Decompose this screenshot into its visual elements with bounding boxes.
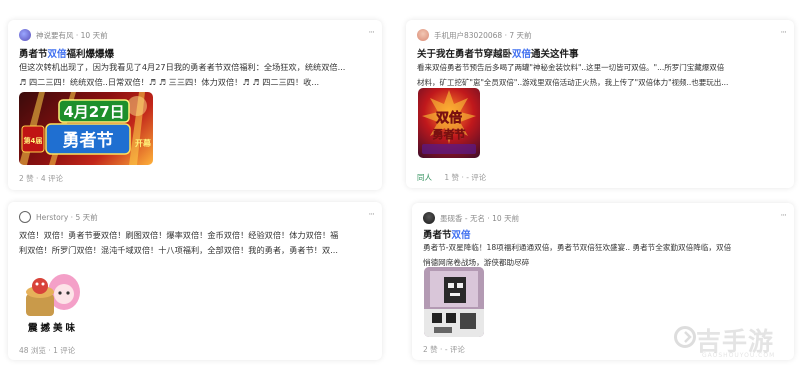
- post-image-art: 双倍 勇者节: [422, 90, 476, 154]
- comment-count[interactable]: 4 评论: [41, 174, 63, 183]
- post-image[interactable]: 双倍 勇者节: [418, 88, 480, 158]
- author-name[interactable]: 墨砚香 - 无名: [440, 213, 485, 224]
- post-stats: 同人 1 赞 · - 评论: [417, 172, 486, 183]
- image-date: 4月27日: [63, 103, 124, 121]
- excerpt-line: 利双倍！所罗门双倍！混沌千域双倍！十八项福利，全部双倍！我的勇者，勇者节！双..…: [19, 245, 338, 255]
- like-count[interactable]: 2 赞: [19, 174, 34, 183]
- image-festival: 勇者节: [433, 127, 466, 141]
- excerpt-line: 但这次转机出现了，因为我看见了4月27日我的勇者者节双倍福利：全场狂欢，统统双倍…: [19, 62, 346, 72]
- title-suffix: 通关这件事: [531, 49, 579, 60]
- post-image[interactable]: 震撼美味: [20, 264, 86, 334]
- author-name[interactable]: 手机用户83020068: [434, 30, 502, 41]
- avatar[interactable]: [423, 212, 435, 224]
- title-highlight: 双倍: [512, 49, 532, 60]
- post-stats: 2 赞 · 4 评论: [19, 173, 63, 184]
- post-title[interactable]: 勇者节双倍: [423, 227, 471, 241]
- image-opening: 开幕: [135, 138, 152, 148]
- excerpt-line: 看来双倍勇者节预告后多喝了两罐"神秘金装饮料"..这里一切皆可双倍。"...所罗…: [417, 63, 725, 72]
- post-time: 10 天前: [492, 213, 520, 223]
- image-edition: 第4届: [24, 136, 43, 145]
- comment-count[interactable]: - 评论: [445, 345, 465, 354]
- more-options-icon[interactable]: ···: [780, 28, 787, 38]
- watermark-url: GAOSHOUYOU.COM: [702, 352, 776, 359]
- dot-separator: ·: [484, 213, 493, 223]
- title-prefix: 勇者节: [19, 49, 48, 60]
- avatar[interactable]: [19, 211, 31, 223]
- watermark-logo-icon: [674, 326, 696, 348]
- site-watermark: 吉手游 GAOSHOUYOU.COM: [674, 322, 796, 362]
- post-image-art: 4月27日 第4届 勇者节 开幕: [19, 92, 152, 165]
- dot-separator: ·: [68, 212, 76, 222]
- post-image[interactable]: 4月27日 第4届 勇者节 开幕: [19, 92, 153, 165]
- post-header: 手机用户83020068 · 7 天前: [417, 28, 532, 42]
- post-excerpt[interactable]: 看来双倍勇者节预告后多喝了两罐"神秘金装饮料"..这里一切皆可双倍。"...所罗…: [417, 60, 787, 90]
- post-time: 7 天前: [509, 30, 532, 40]
- title-highlight: 双倍: [47, 49, 67, 60]
- post-title[interactable]: 勇者节双倍福利爆爆爆: [19, 46, 114, 60]
- pixel-art: [424, 267, 484, 337]
- avatar[interactable]: [417, 29, 429, 41]
- post-stats: 48 浏览 · 1 评论: [19, 345, 75, 356]
- post-time: 10 天前: [80, 30, 108, 40]
- image-festival: 勇者节: [63, 130, 114, 151]
- like-count[interactable]: 2 赞: [423, 345, 438, 354]
- post-tag[interactable]: 同人: [417, 173, 432, 182]
- post-time: 5 天前: [75, 212, 98, 222]
- comment-count[interactable]: - 评论: [466, 173, 486, 182]
- comment-count[interactable]: 1 评论: [53, 346, 75, 355]
- post-card[interactable]: Herstory · 5 天前 ··· 双倍！双倍！勇者节要双倍！刷图双倍！爆率…: [8, 202, 382, 360]
- more-options-icon[interactable]: ···: [780, 211, 787, 221]
- post-excerpt[interactable]: 但这次转机出现了，因为我看见了4月27日我的勇者者节双倍福利：全场狂欢，统统双倍…: [19, 60, 375, 90]
- excerpt-line: 勇者节-双星降临！18项福利通通双倍，勇者节双倍狂欢盛宴.. 勇者节全家勤双倍降…: [423, 243, 732, 252]
- post-card[interactable]: 手机用户83020068 · 7 天前 ··· 关于我在勇者节穿越卧双倍通关这件…: [406, 20, 794, 188]
- image-double: 双倍: [436, 110, 462, 126]
- post-stats: 2 赞 · - 评论: [423, 344, 465, 355]
- post-card[interactable]: 神说要有风 · 10 天前 ··· 勇者节双倍福利爆爆爆 但这次转机出现了，因为…: [8, 20, 382, 190]
- author-name[interactable]: 神说要有风: [36, 30, 74, 41]
- sticker-caption: 震撼美味: [27, 323, 78, 334]
- post-excerpt[interactable]: 双倍！双倍！勇者节要双倍！刷图双倍！爆率双倍！金币双倍！经验双倍！体力双倍！福 …: [19, 228, 377, 258]
- post-title[interactable]: 关于我在勇者节穿越卧双倍通关这件事: [417, 46, 579, 60]
- post-excerpt[interactable]: 勇者节-双星降临！18项福利通通双倍，勇者节双倍狂欢盛宴.. 勇者节全家勤双倍降…: [423, 240, 789, 270]
- author-name[interactable]: Herstory: [36, 213, 68, 222]
- post-header: Herstory · 5 天前: [19, 210, 98, 224]
- dot-separator: ·: [502, 30, 510, 40]
- more-options-icon[interactable]: ···: [368, 210, 375, 220]
- dot-separator: ·: [73, 30, 81, 40]
- post-header: 神说要有风 · 10 天前: [19, 28, 108, 42]
- post-header: 墨砚香 - 无名 · 10 天前: [423, 211, 519, 225]
- avatar[interactable]: [19, 29, 31, 41]
- title-suffix: 福利爆爆爆: [66, 49, 115, 60]
- like-count[interactable]: 1 赞: [444, 173, 459, 182]
- post-image[interactable]: [424, 267, 484, 337]
- excerpt-line: ♬ 四二三四！统统双倍..日常双倍！♬ ♬ 三三四！体力双倍！♬ ♬ 四二三四！…: [19, 77, 320, 87]
- view-count: 48 浏览: [19, 346, 46, 355]
- excerpt-line: 双倍！双倍！勇者节要双倍！刷图双倍！爆率双倍！金币双倍！经验双倍！体力双倍！福: [19, 230, 339, 240]
- title-prefix: 关于我在勇者节穿越卧: [417, 49, 513, 60]
- more-options-icon[interactable]: ···: [368, 28, 375, 38]
